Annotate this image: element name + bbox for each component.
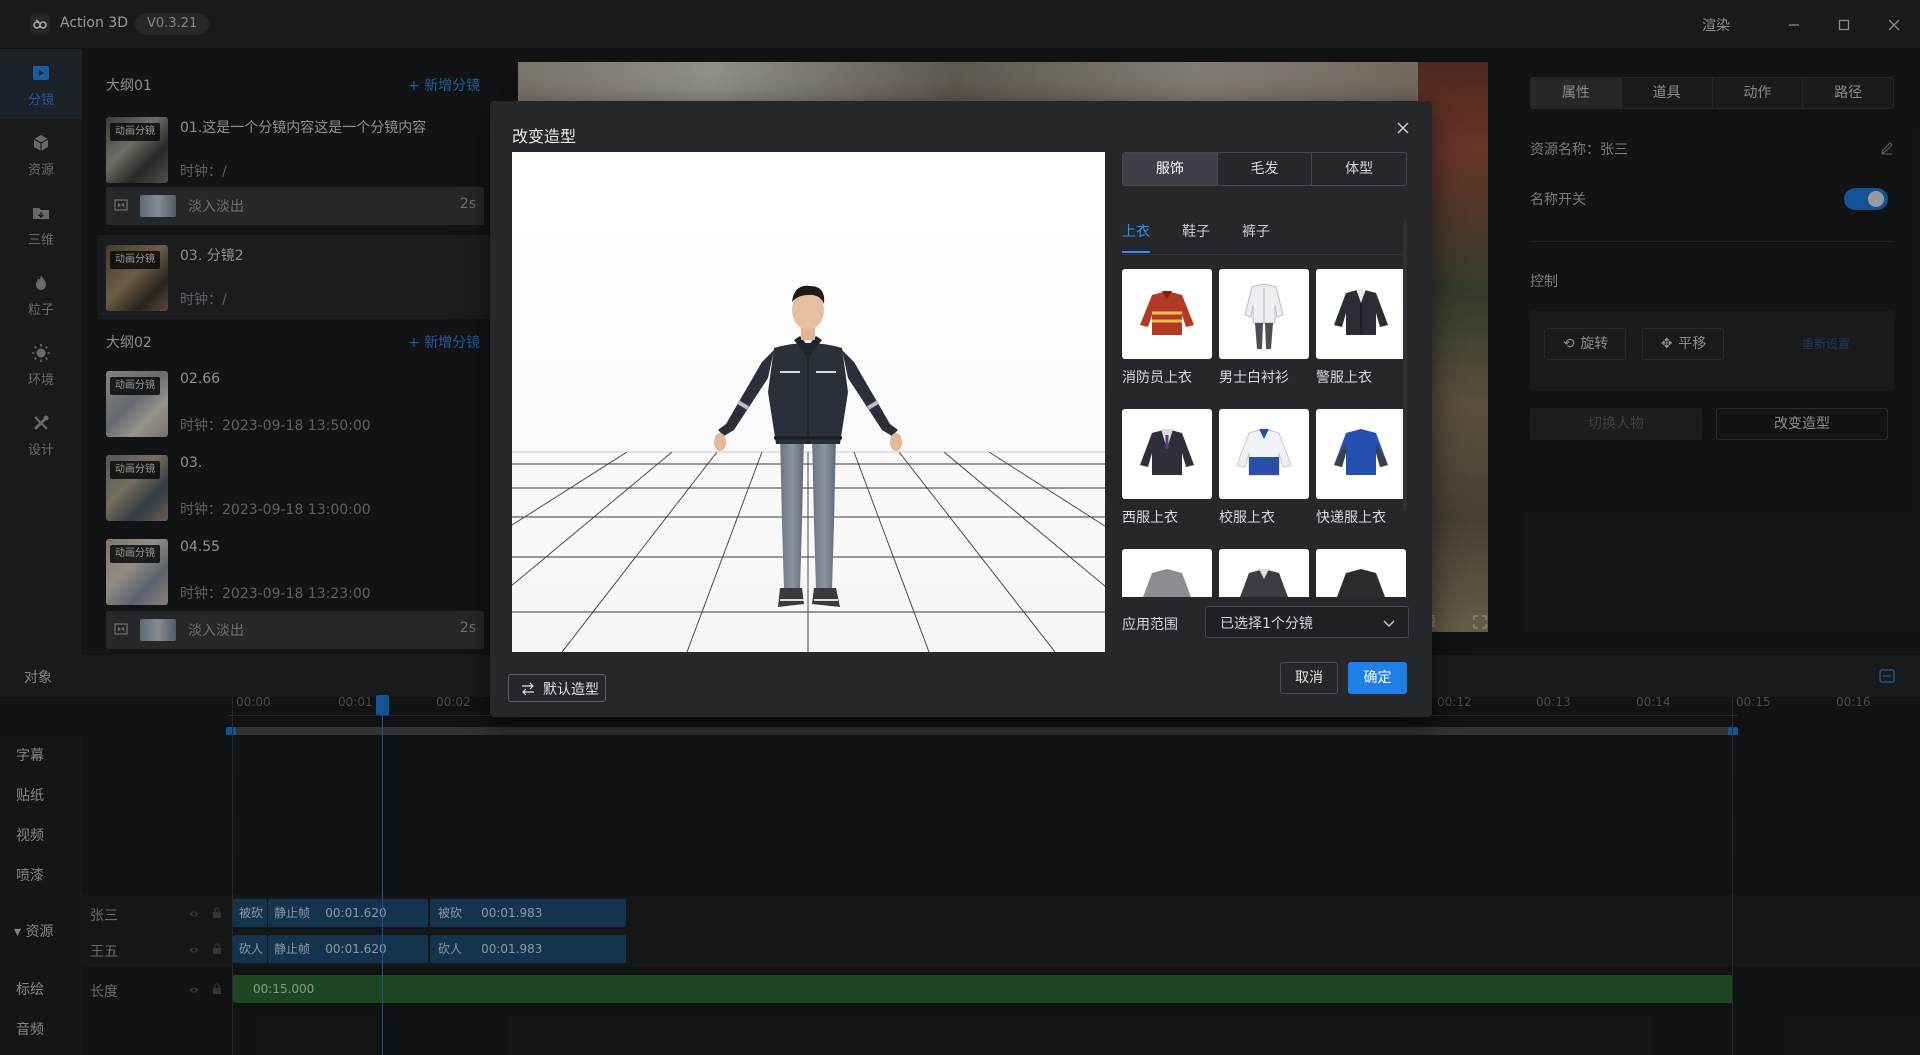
clothing-name: 男士白衬衫: [1219, 370, 1289, 386]
subtab-pants[interactable]: 裤子: [1242, 221, 1270, 241]
character-preview[interactable]: [512, 152, 1105, 652]
clothing-name: 消防员上衣: [1122, 370, 1192, 386]
clothing-thumbnail: [1219, 409, 1309, 499]
look-category-tabs: 服饰 毛发 体型: [1122, 152, 1407, 186]
clothing-name: 西服上衣: [1122, 510, 1178, 526]
clothing-thumbnail: [1219, 269, 1309, 359]
chevron-down-icon: [1383, 620, 1395, 627]
clothing-name: 警服上衣: [1316, 370, 1372, 386]
apply-scope-value: 已选择1个分镜: [1220, 616, 1313, 632]
clothing-item[interactable]: 男士白衬衫: [1219, 269, 1309, 387]
clothing-thumbnail: [1219, 549, 1309, 597]
clothing-item[interactable]: [1316, 549, 1406, 597]
clothing-item[interactable]: 消防员上衣: [1122, 269, 1212, 387]
tab-body[interactable]: 体型: [1312, 153, 1406, 185]
clothing-thumbnail: [1122, 409, 1212, 499]
subtab-top[interactable]: 上衣: [1122, 221, 1150, 253]
confirm-button[interactable]: 确定: [1348, 662, 1407, 694]
clothing-name: 快递服上衣: [1316, 510, 1386, 526]
clothing-thumbnail: [1316, 269, 1406, 359]
tab-hair[interactable]: 毛发: [1218, 153, 1313, 185]
clothing-item[interactable]: 快递服上衣: [1316, 409, 1406, 527]
clothing-subtabs: 上衣 鞋子 裤子: [1122, 221, 1407, 255]
subtab-shoes[interactable]: 鞋子: [1182, 221, 1210, 241]
tab-clothing[interactable]: 服饰: [1123, 153, 1218, 185]
close-icon[interactable]: [1395, 120, 1411, 136]
clothing-grid: 消防员上衣 男士白衬衫 警服上衣 西服上衣 校服上衣 快递服上衣: [1122, 269, 1407, 597]
dialog-title: 改变造型: [512, 127, 577, 146]
clothing-item[interactable]: [1219, 549, 1309, 597]
clothing-item[interactable]: 警服上衣: [1316, 269, 1406, 387]
cancel-button[interactable]: 取消: [1280, 662, 1338, 694]
clothing-name: 校服上衣: [1219, 510, 1275, 526]
grid-scrollbar[interactable]: [1403, 219, 1407, 511]
clothing-thumbnail: [1316, 409, 1406, 499]
clothing-thumbnail: [1122, 269, 1212, 359]
apply-scope-select[interactable]: 已选择1个分镜: [1205, 606, 1409, 638]
preview-canvas: [512, 152, 1105, 652]
clothing-item[interactable]: [1122, 549, 1212, 597]
default-look-label: 默认造型: [543, 682, 599, 698]
change-look-dialog: 改变造型 服饰 毛发 体型 上衣 鞋子 裤子 消防员上衣 男士白衬衫 警服上衣 …: [490, 101, 1432, 717]
apply-scope-label: 应用范围: [1122, 617, 1178, 633]
clothing-thumbnail: [1316, 549, 1406, 597]
default-look-button[interactable]: 默认造型: [508, 674, 606, 702]
swap-icon: [522, 682, 534, 696]
clothing-item[interactable]: 西服上衣: [1122, 409, 1212, 527]
clothing-thumbnail: [1122, 549, 1212, 597]
clothing-item[interactable]: 校服上衣: [1219, 409, 1309, 527]
